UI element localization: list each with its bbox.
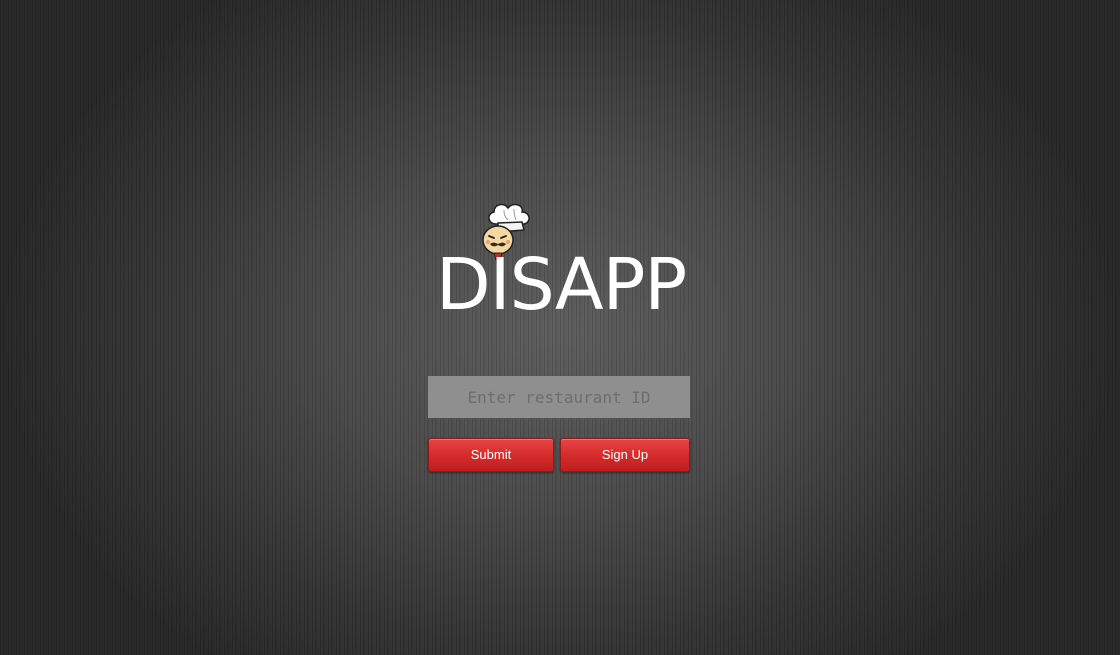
app-logo: DISAPP (436, 202, 687, 328)
submit-button[interactable]: Submit (428, 438, 554, 472)
sign-up-button[interactable]: Sign Up (560, 438, 690, 472)
restaurant-id-input[interactable] (428, 376, 690, 418)
app-logo-text: DISAPP (436, 243, 687, 326)
